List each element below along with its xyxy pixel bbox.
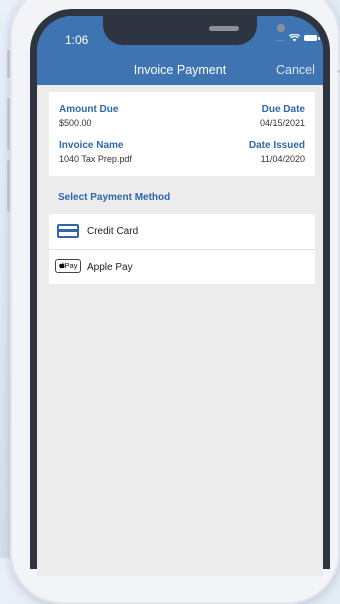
amount-due-value: $500.00 <box>59 118 92 128</box>
status-icons: .... <box>275 33 321 43</box>
invoice-name-value: 1040 Tax Prep.pdf <box>59 154 132 164</box>
payment-method-apple-pay[interactable]: Pay Apple Pay <box>49 249 315 285</box>
phone-screen: 1:06 .... Invoice Payment Cancel Amount … <box>37 16 323 576</box>
apple-pay-icon-text: Pay <box>64 261 78 270</box>
due-date-value: 04/15/2021 <box>259 118 305 128</box>
amount-due-label: Amount Due <box>59 104 119 115</box>
status-time: 1:06 <box>65 33 89 47</box>
phone-notch <box>103 16 285 45</box>
invoice-name-label: Invoice Name <box>59 140 124 151</box>
payment-method-credit-card[interactable]: Credit Card <box>49 214 315 249</box>
cancel-button[interactable]: Cancel <box>276 63 315 77</box>
speaker-grille <box>209 26 239 31</box>
front-camera <box>277 24 285 32</box>
invoice-details-card: Amount Due $500.00 Due Date 04/15/2021 I… <box>49 92 315 176</box>
payment-method-label: Credit Card <box>87 226 139 237</box>
date-issued-label: Date Issued <box>248 140 305 151</box>
wifi-icon <box>289 34 301 42</box>
signal-dots: .... <box>275 33 286 43</box>
credit-card-icon <box>57 224 79 238</box>
payment-method-label: Apple Pay <box>87 262 133 273</box>
battery-icon <box>304 35 321 41</box>
apple-pay-icon: Pay <box>55 259 81 273</box>
payment-methods-list: Credit Card Pay Apple Pay <box>49 214 315 284</box>
date-issued-value: 11/04/2020 <box>260 154 305 164</box>
payment-section-title: Select Payment Method <box>58 192 171 203</box>
due-date-label: Due Date <box>261 104 305 115</box>
